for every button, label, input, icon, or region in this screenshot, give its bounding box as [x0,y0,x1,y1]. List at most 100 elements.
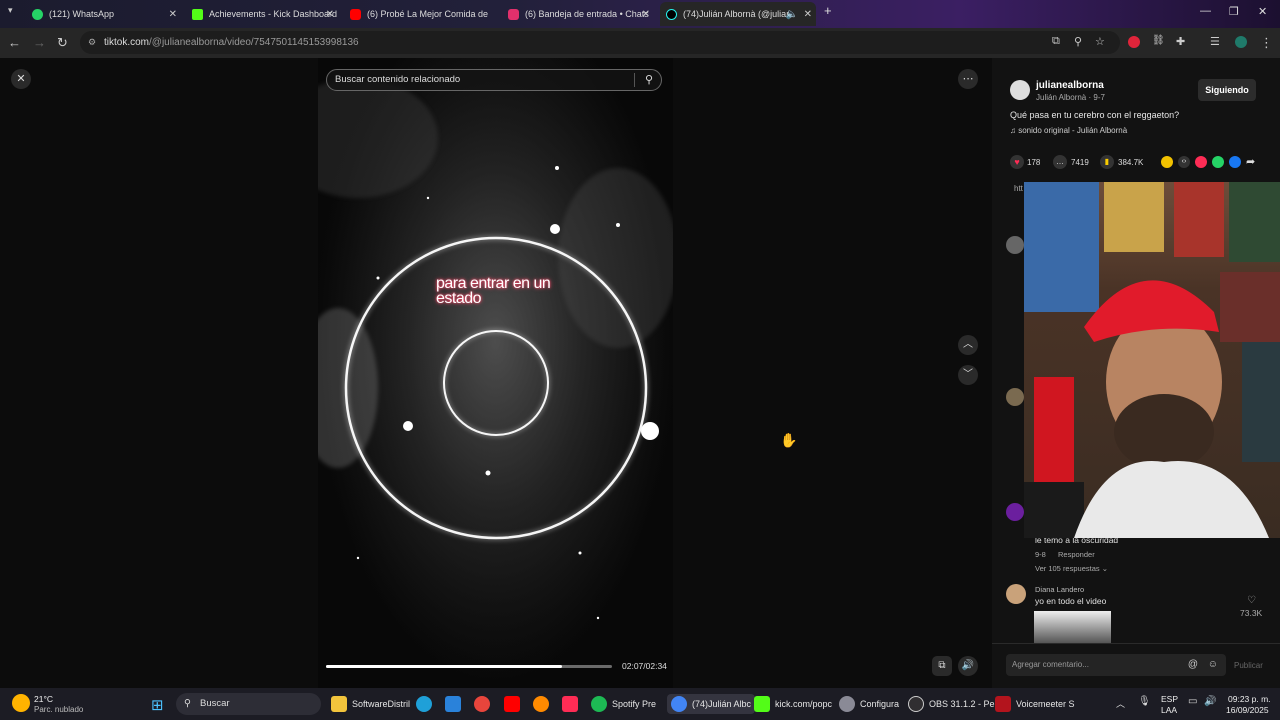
taskbar-app-tiktok[interactable] [562,696,583,712]
previous-video-icon[interactable]: ︿ [958,335,978,355]
cast-icon[interactable]: ⧉ [1052,35,1060,48]
bookmark-star-icon[interactable]: ☆ [1095,35,1105,48]
youtube-icon [350,8,361,20]
clock-date[interactable]: 16/09/2025 [1226,705,1269,715]
commenter-avatar[interactable] [1006,584,1026,604]
profile-avatar[interactable] [1235,36,1247,48]
close-tab-icon[interactable]: ✕ [326,9,334,20]
menu-kebab-icon[interactable]: ⋮ [1260,35,1273,51]
tab-tiktok[interactable]: (74)Julián Albornà (@julian 🔈 ✕ [660,2,816,26]
taskbar-app-store[interactable] [445,696,466,712]
commenter-avatar[interactable] [1006,503,1024,521]
reading-list-icon[interactable]: ☰ [1210,35,1220,48]
like-icon[interactable]: ♥ [1010,155,1024,169]
mention-icon[interactable]: @ [1188,654,1198,676]
tab-youtube[interactable]: (6) Probé La Mejor Comida de [344,2,496,26]
floating-player-icon[interactable]: ⧉ [932,656,952,676]
taskbar-app-edge[interactable] [416,696,437,712]
taskbar-app-youtube[interactable] [504,696,525,712]
restore-icon[interactable]: ❐ [1229,5,1239,18]
related-search-input[interactable]: Buscar contenido relacionado ⚲ [326,69,662,91]
taskbar-app-label: Voicemeeter S [1016,699,1075,709]
url-field[interactable]: ⚙ tiktok.com/@julianealborna/video/75475… [80,31,1120,54]
sound-row[interactable]: ♫ sonido original - Julián Albornà [1010,126,1127,135]
tab-kick[interactable]: Achievements - Kick Dashboard ✕ [186,2,338,26]
taskbar-app-chrome-active[interactable]: (74)Julián Albc [667,694,756,714]
divider [992,643,1280,644]
comment-like-icon[interactable]: ♡ [1247,595,1256,606]
comment-icon[interactable]: … [1053,155,1067,169]
video-player[interactable] [318,58,673,688]
next-video-icon[interactable]: ﹀ [958,365,978,385]
close-video-icon[interactable]: ✕ [11,69,31,89]
comment-username[interactable]: Diana Landero [1035,585,1084,594]
taskbar-app-chrome[interactable] [474,696,495,712]
comment-sticker-image [1034,611,1111,643]
tab-list-icon[interactable]: ▾ [8,5,13,16]
following-button[interactable]: Siguiendo [1198,79,1256,101]
taskbar-app-label: Configura [860,699,900,709]
taskbar-app-obs[interactable]: OBS 31.1.2 - Pe [908,696,995,712]
author-avatar[interactable] [1010,80,1030,100]
tab-instagram[interactable]: (6) Bandeja de entrada • Chats ✕ [502,2,654,26]
mute-tab-icon[interactable]: 🔈 [786,9,798,20]
zoom-icon[interactable]: ⚲ [1074,35,1082,48]
emoji-icon[interactable]: ☺ [1208,654,1218,676]
facebook-share-icon[interactable] [1229,156,1241,168]
back-icon[interactable]: ← [8,35,21,50]
bookmark-icon[interactable]: ▮ [1100,155,1114,169]
clock-time[interactable]: 09:23 p. m. [1228,694,1271,704]
video-progress-bar[interactable] [326,665,612,668]
search-icon: ⚲ [184,698,191,709]
coin-icon[interactable] [1161,156,1173,168]
taskbar-app-firefox[interactable] [533,696,554,712]
author-username[interactable]: julianealborna [1036,80,1104,91]
close-tab-icon[interactable]: ✕ [804,9,812,20]
commenter-avatar[interactable] [1006,236,1024,254]
windows-start-icon[interactable]: ⊞ [151,696,164,714]
publish-button[interactable]: Publicar [1234,661,1263,670]
new-tab-icon[interactable]: + [824,3,832,18]
link-icon[interactable]: ⛓ [1152,35,1165,46]
tray-overflow-icon[interactable]: ︿ [1116,697,1125,710]
address-toolbar: ← → ↻ ⚙ tiktok.com/@julianealborna/video… [0,28,1280,58]
close-tab-icon[interactable]: ✕ [642,9,650,20]
taskbar-app-spotify[interactable]: Spotify Pre [591,696,656,712]
minimize-icon[interactable]: — [1200,5,1211,17]
network-icon[interactable]: ▭ [1188,696,1197,707]
search-icon[interactable]: ⚲ [645,70,653,90]
language-code[interactable]: ESP [1161,694,1178,704]
keyboard-layout[interactable]: LAA [1161,705,1177,715]
commenter-avatar[interactable] [1006,388,1024,406]
tab-whatsapp[interactable]: (121) WhatsApp ✕ [26,2,181,26]
progress-fill [326,665,562,668]
repost-icon[interactable] [1195,156,1207,168]
weather-icon[interactable] [12,694,30,712]
reload-icon[interactable]: ↻ [57,35,68,51]
comment-input[interactable]: Agregar comentario... @ ☺ [1006,654,1226,676]
taskbar-app-explorer[interactable]: SoftwareDistril [331,696,410,712]
taskbar-app-voicemeeter[interactable]: Voicemeeter S [995,696,1075,712]
nebula-graphic [318,58,673,688]
extension-icon[interactable] [1128,36,1140,48]
forward-icon[interactable]: → [33,35,46,50]
taskbar-search[interactable]: ⚲ Buscar [176,693,321,715]
more-options-icon[interactable]: ⋯ [958,69,978,89]
microphone-icon[interactable]: 🎙 [1138,696,1151,707]
taskbar-app-kick[interactable]: kick.com/popc [754,696,832,712]
view-replies-button[interactable]: Ver 105 respuestas ⌄ [1035,564,1108,573]
volume-icon[interactable]: 🔊 [958,656,978,676]
site-info-icon[interactable]: ⚙ [88,31,96,54]
whatsapp-share-icon[interactable] [1212,156,1224,168]
close-tab-icon[interactable]: ✕ [169,9,177,20]
embed-icon[interactable]: ‹› [1178,156,1190,168]
close-window-icon[interactable]: ✕ [1258,5,1267,18]
voicemeeter-icon [995,696,1011,712]
speaker-icon[interactable]: 🔊 [1204,696,1216,707]
extensions-puzzle-icon[interactable]: ✚ [1176,35,1185,48]
reply-button[interactable]: Responder [1058,550,1095,559]
comment-date: 9-8 [1035,550,1046,559]
chrome-icon [671,696,687,712]
taskbar-app-settings[interactable]: Configura [839,696,899,712]
share-icon[interactable]: ➦ [1246,155,1255,168]
